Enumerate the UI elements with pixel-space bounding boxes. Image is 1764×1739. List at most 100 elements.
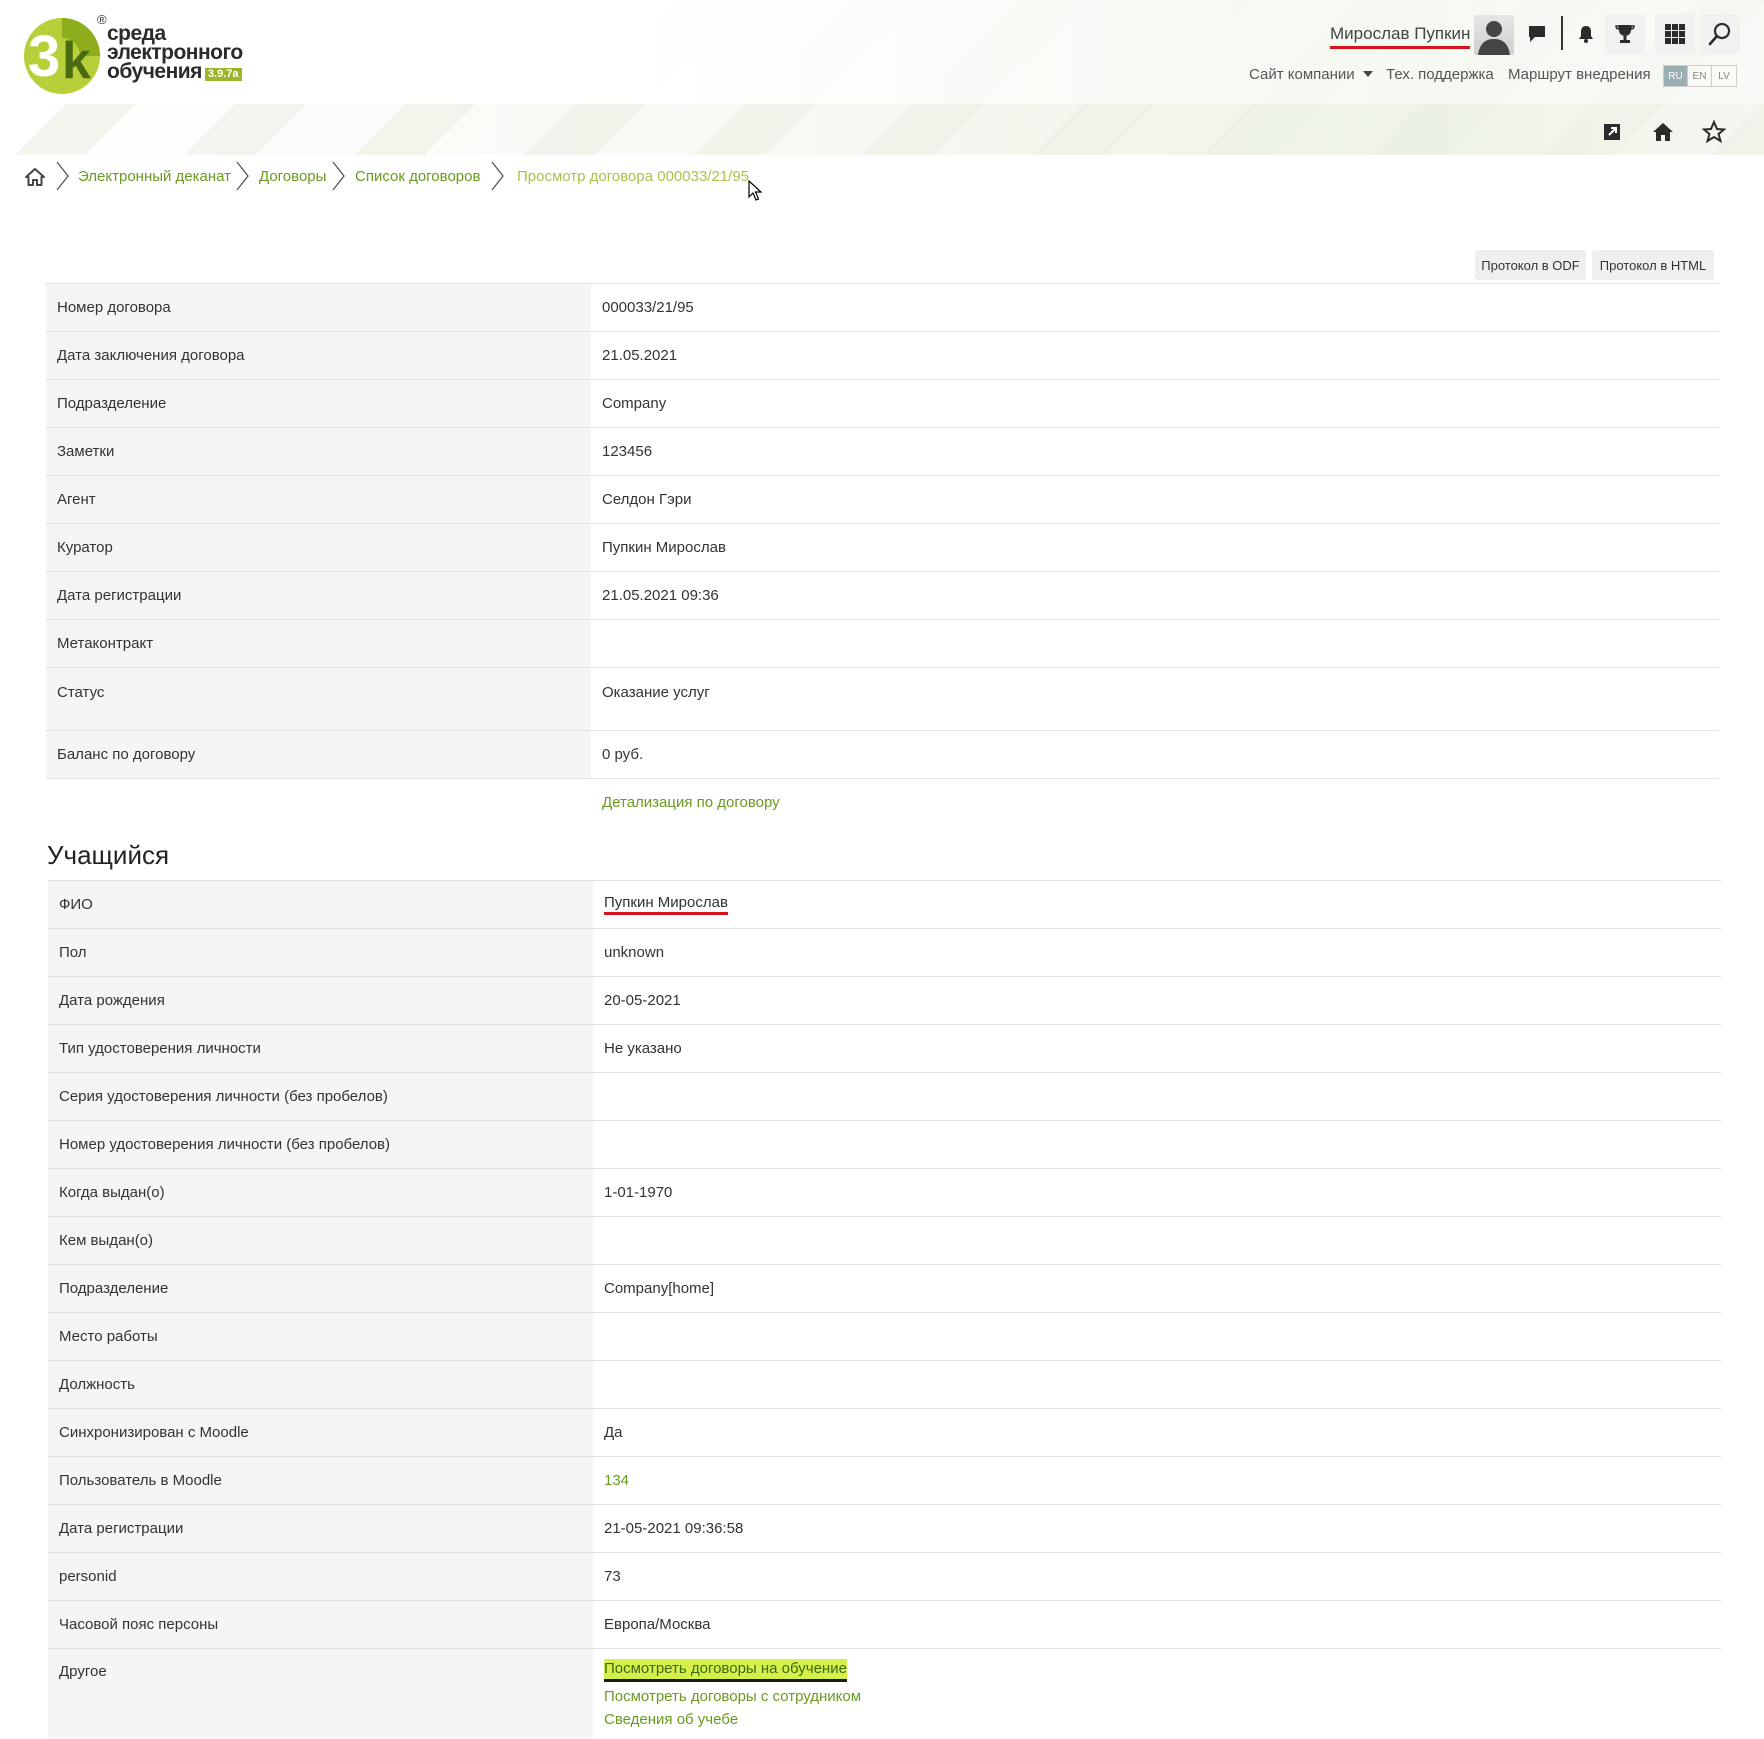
chat-bubble-icon: [1529, 26, 1545, 42]
breadcrumb-item-current: Просмотр договора 000033/21/95: [517, 168, 750, 185]
row-label: Подразделение: [46, 380, 591, 427]
table-row: Кем выдан(о): [48, 1217, 1721, 1265]
breadcrumb-item-contracts[interactable]: Договоры: [259, 168, 326, 185]
lang-ru[interactable]: RU: [1664, 66, 1688, 86]
row-label: Синхронизирован с Moodle: [48, 1409, 593, 1456]
protocol-odf-button[interactable]: Протокол в ODF: [1475, 250, 1586, 280]
row-label: Подразделение: [48, 1265, 593, 1312]
table-row: Пользователь в Moodle 134: [48, 1457, 1721, 1505]
user-name-link[interactable]: Мирослав Пупкин: [1330, 24, 1471, 49]
view-employee-contracts-link[interactable]: Посмотреть договоры с сотрудником: [604, 1685, 861, 1708]
company-site-dropdown[interactable]: Сайт компании: [1249, 66, 1373, 83]
company-site-label: Сайт компании: [1249, 66, 1355, 83]
breadcrumb-chevron-icon: [491, 161, 504, 191]
row-label: Номер удостоверения личности (без пробел…: [48, 1121, 593, 1168]
row-value: [593, 1121, 1721, 1168]
row-label: personid: [48, 1553, 593, 1600]
row-label: Серия удостоверения личности (без пробел…: [48, 1073, 593, 1120]
table-row: Статус Оказание услуг: [46, 668, 1719, 731]
table-row: Подразделение Company: [46, 380, 1719, 428]
lang-lv[interactable]: LV: [1712, 66, 1736, 86]
row-value: Оказание услуг: [602, 683, 710, 701]
breadcrumb-home-icon[interactable]: [24, 166, 46, 188]
table-row: Когда выдан(о) 1-01-1970: [48, 1169, 1721, 1217]
row-value: 000033/21/95: [602, 299, 694, 316]
row-value: Детализация по договору: [591, 779, 1719, 826]
table-row: ФИО Пупкин Мирослав: [48, 881, 1721, 929]
row-label: ФИО: [48, 881, 593, 928]
row-value: 21.05.2021 09:36: [602, 587, 719, 604]
row-value: Company[home]: [604, 1280, 715, 1297]
lang-en[interactable]: EN: [1688, 66, 1712, 86]
apps-grid-button[interactable]: [1655, 14, 1695, 54]
table-row: Дата заключения договора 21.05.2021: [46, 332, 1719, 380]
row-value: Европа/Москва: [604, 1616, 711, 1633]
logo-version-badge: 3.9.7a: [204, 68, 242, 81]
header-separator: [1561, 16, 1563, 50]
star-icon[interactable]: [1702, 120, 1726, 144]
table-row: Номер удостоверения личности (без пробел…: [48, 1121, 1721, 1169]
moodle-user-link[interactable]: 134: [604, 1472, 629, 1489]
view-study-contracts-link[interactable]: Посмотреть договоры на обучение: [604, 1659, 847, 1682]
row-value: 21.05.2021: [602, 347, 678, 364]
grid-icon: [1665, 24, 1685, 44]
row-label: Часовой пояс персоны: [48, 1601, 593, 1648]
search-button[interactable]: [1700, 14, 1740, 54]
table-row: Детализация по договору: [46, 779, 1719, 826]
row-value: 73: [604, 1568, 621, 1585]
messages-button[interactable]: [1517, 14, 1557, 54]
row-value: 123456: [602, 443, 653, 460]
table-row: Часовой пояс персоны Европа/Москва: [48, 1601, 1721, 1649]
table-row: Подразделение Company[home]: [48, 1265, 1721, 1313]
route-link[interactable]: Маршрут внедрения: [1508, 66, 1651, 83]
row-value: [593, 1361, 1721, 1408]
logo-text: среда электронного обучения 3.9.7a: [107, 23, 243, 82]
table-row: Дата рождения 20-05-2021: [48, 977, 1721, 1025]
table-row: Дата регистрации 21-05-2021 09:36:58: [48, 1505, 1721, 1553]
contract-details-link[interactable]: Детализация по договору: [602, 794, 780, 811]
notifications-button[interactable]: [1566, 14, 1606, 54]
breadcrumb-item-contract-list[interactable]: Список договоров: [355, 168, 480, 185]
logo-registered-mark: ®: [97, 12, 107, 27]
row-label: Место работы: [48, 1313, 593, 1360]
row-label: Дата заключения договора: [46, 332, 591, 379]
support-link[interactable]: Тех. поддержка: [1386, 66, 1494, 83]
table-row: Синхронизирован с Moodle Да: [48, 1409, 1721, 1457]
trophy-icon: [1615, 25, 1635, 43]
student-table: ФИО Пупкин Мирослав Пол unknown Дата рожде…: [48, 880, 1721, 1739]
external-link-icon[interactable]: [1600, 120, 1624, 144]
row-value: 1-01-1970: [604, 1184, 673, 1201]
bell-icon: [1579, 26, 1593, 43]
table-row: Агент Селдон Гэри: [46, 476, 1719, 524]
row-label: Дата регистрации: [48, 1505, 593, 1552]
protocol-html-button[interactable]: Протокол в HTML: [1592, 250, 1714, 280]
row-label: Баланс по договору: [46, 731, 591, 778]
row-label: Заметки: [46, 428, 591, 475]
achievements-button[interactable]: [1605, 14, 1645, 54]
home-icon[interactable]: [1651, 120, 1675, 144]
row-label: Тип удостоверения личности: [48, 1025, 593, 1072]
row-value: [593, 1217, 1721, 1264]
row-label: Должность: [48, 1361, 593, 1408]
row-label: Другое: [48, 1649, 593, 1739]
student-name-link[interactable]: Пупкин Мирослав: [604, 894, 728, 915]
avatar[interactable]: [1474, 15, 1514, 55]
row-value: Пупкин Мирослав: [602, 539, 726, 556]
row-value: [591, 620, 1719, 667]
svg-text:3: 3: [28, 24, 60, 89]
svg-text:k: k: [62, 32, 91, 90]
table-row: Метаконтракт: [46, 620, 1719, 668]
table-row: Номер договора 000033/21/95: [46, 284, 1719, 332]
row-label-empty: [46, 779, 591, 826]
study-info-link[interactable]: Сведения об учебе: [604, 1708, 738, 1731]
row-value: 21-05-2021 09:36:58: [604, 1520, 744, 1537]
row-label: Пол: [48, 929, 593, 976]
breadcrumb-item-dean[interactable]: Электронный деканат: [78, 168, 231, 185]
mouse-cursor-icon: [748, 180, 763, 201]
site-logo[interactable]: 3 k ® среда электронного обучения 3.9.7a: [22, 12, 262, 98]
other-links: Посмотреть договоры на обучение Посмотре…: [593, 1649, 1721, 1739]
table-row: Пол unknown: [48, 929, 1721, 977]
row-value: Пупкин Мирослав: [593, 881, 1721, 928]
row-value: [593, 1073, 1721, 1120]
caret-down-icon: [1362, 71, 1373, 77]
